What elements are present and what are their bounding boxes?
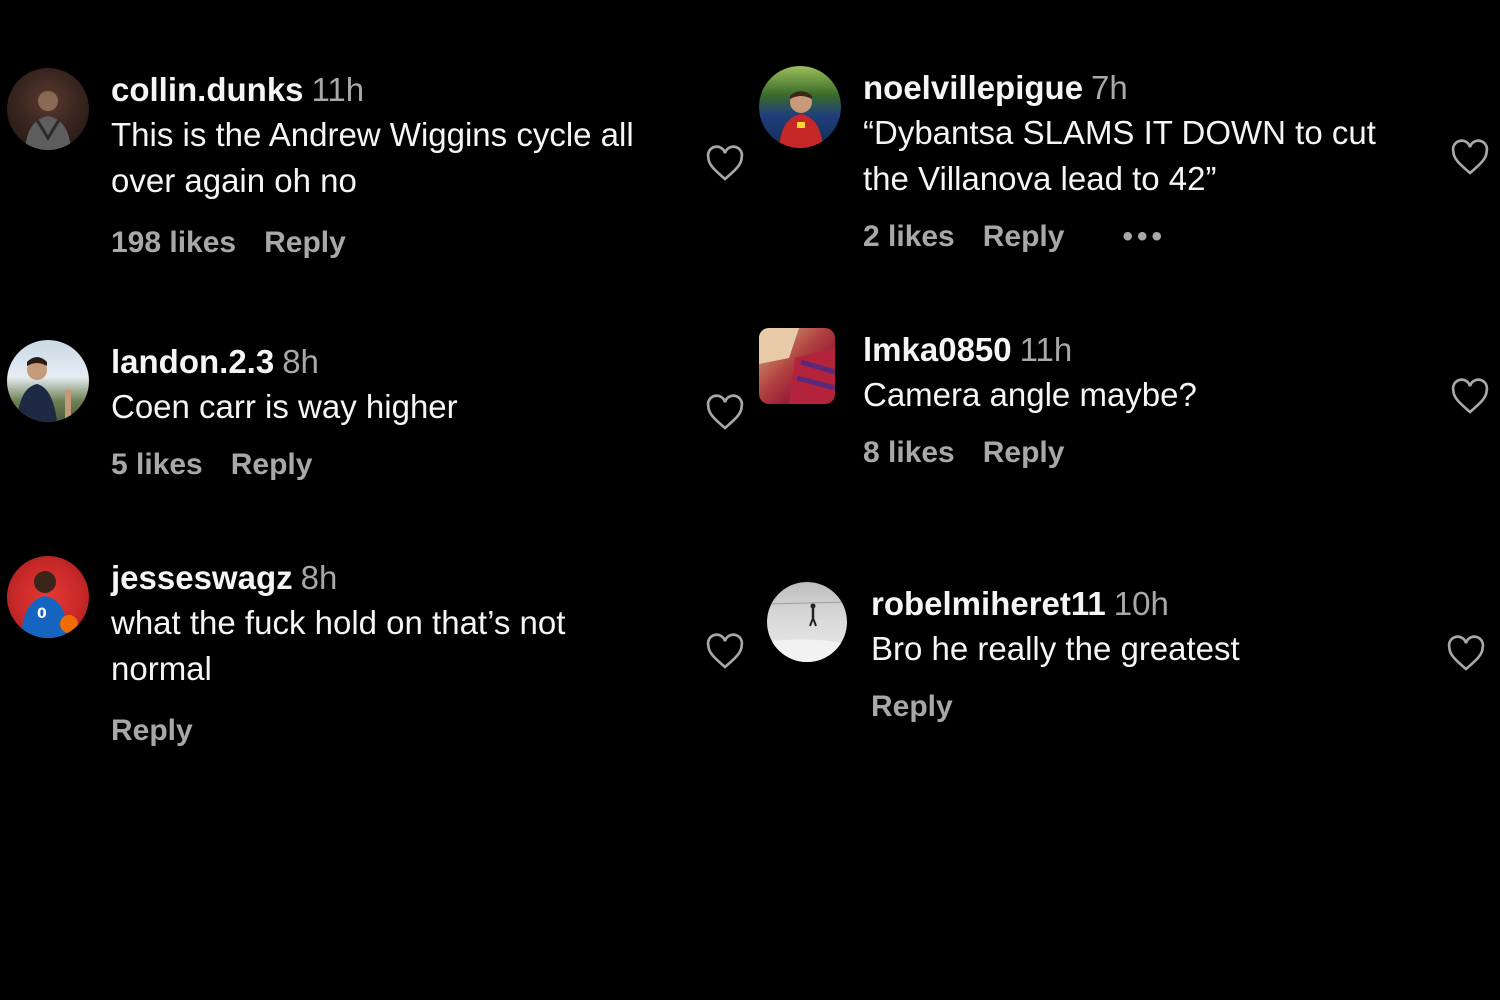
comment-actions: Reply [871,690,1451,724]
username[interactable]: collin.dunks [111,71,304,108]
timestamp: 7h [1091,69,1128,106]
avatar[interactable] [7,68,89,150]
comment-actions: 198 likes Reply [111,226,691,260]
comment-text: Coen carr is way higher [111,384,691,430]
comment-actions: 8 likes Reply [863,436,1443,470]
username[interactable]: lmka0850 [863,331,1012,368]
username[interactable]: jesseswagz [111,559,293,596]
timestamp: 10h [1113,585,1169,622]
svg-text:0: 0 [37,606,47,622]
comment-text-line: “Dybantsa SLAMS IT DOWN to cut [863,114,1376,151]
likes-count[interactable]: 2 likes [863,220,955,253]
comment-text-line: over again oh no [111,162,357,199]
comment-text: “Dybantsa SLAMS IT DOWN to cut the Villa… [863,110,1443,202]
heart-outline-icon[interactable] [1450,138,1490,178]
comment-text-line: normal [111,650,212,687]
heart-outline-icon[interactable] [1450,377,1490,417]
heart-outline-icon[interactable] [705,632,745,672]
comment-header: landon.2.3 8h [111,340,691,384]
heart-outline-icon[interactable] [705,144,745,184]
comment-actions: Reply [111,714,691,748]
comment-actions: 5 likes Reply [111,448,691,482]
heart-outline-icon[interactable] [1446,634,1486,674]
likes-count[interactable]: 198 likes [111,226,236,259]
more-options-icon[interactable]: ••• [1122,220,1166,253]
comment-body: robelmiheret11 10h Bro he really the grea… [871,582,1451,724]
avatar[interactable] [7,340,89,422]
timestamp: 8h [300,559,338,596]
timestamp: 11h [1019,331,1073,368]
comment-text-line: Bro he really the greatest [871,630,1240,667]
username[interactable]: landon.2.3 [111,343,274,380]
reply-button[interactable]: Reply [111,714,193,747]
timestamp: 11h [311,71,365,108]
username[interactable]: robelmiheret11 [871,585,1106,622]
comment-text: This is the Andrew Wiggins cycle all ove… [111,112,691,204]
avatar[interactable] [759,328,835,404]
comment-actions: 2 likes Reply ••• [863,220,1443,254]
comment-body: lmka0850 11h Camera angle maybe? 8 likes R… [863,328,1443,470]
username[interactable]: noelvillepigue [863,69,1083,106]
avatar[interactable] [767,582,847,662]
comment-text-line: what the fuck hold on that’s not [111,604,566,641]
heart-outline-icon[interactable] [705,393,745,433]
comment-text: Camera angle maybe? [863,372,1443,418]
comment-header: collin.dunks 11h [111,68,691,112]
comment-body: jesseswagz 8h what the fuck hold on that’… [111,556,691,748]
comment-text: Bro he really the greatest [871,626,1451,672]
comment-body: landon.2.3 8h Coen carr is way higher 5 l… [111,340,691,482]
comment-text-line: Camera angle maybe? [863,376,1197,413]
comment-header: robelmiheret11 10h [871,582,1451,626]
comment-body: collin.dunks 11h This is the Andrew Wiggi… [111,68,691,260]
reply-button[interactable]: Reply [231,448,313,481]
reply-button[interactable]: Reply [983,436,1065,469]
comment-header: jesseswagz 8h [111,556,691,600]
likes-count[interactable]: 8 likes [863,436,955,469]
reply-button[interactable]: Reply [871,690,953,723]
avatar[interactable]: 0 [7,556,89,638]
comment-header: noelvillepigue 7h [863,66,1443,110]
comment-text-line: This is the Andrew Wiggins cycle all [111,116,634,153]
comment-text: what the fuck hold on that’s not normal [111,600,691,692]
comment-text-line: Coen carr is way higher [111,388,458,425]
comment-body: noelvillepigue 7h “Dybantsa SLAMS IT DOWN… [863,66,1443,254]
comment-header: lmka0850 11h [863,328,1443,372]
timestamp: 8h [282,343,319,380]
likes-count[interactable]: 5 likes [111,448,203,481]
comment-text-line: the Villanova lead to 42” [863,160,1217,197]
avatar[interactable] [759,66,841,148]
reply-button[interactable]: Reply [264,226,346,259]
reply-button[interactable]: Reply [983,220,1065,253]
